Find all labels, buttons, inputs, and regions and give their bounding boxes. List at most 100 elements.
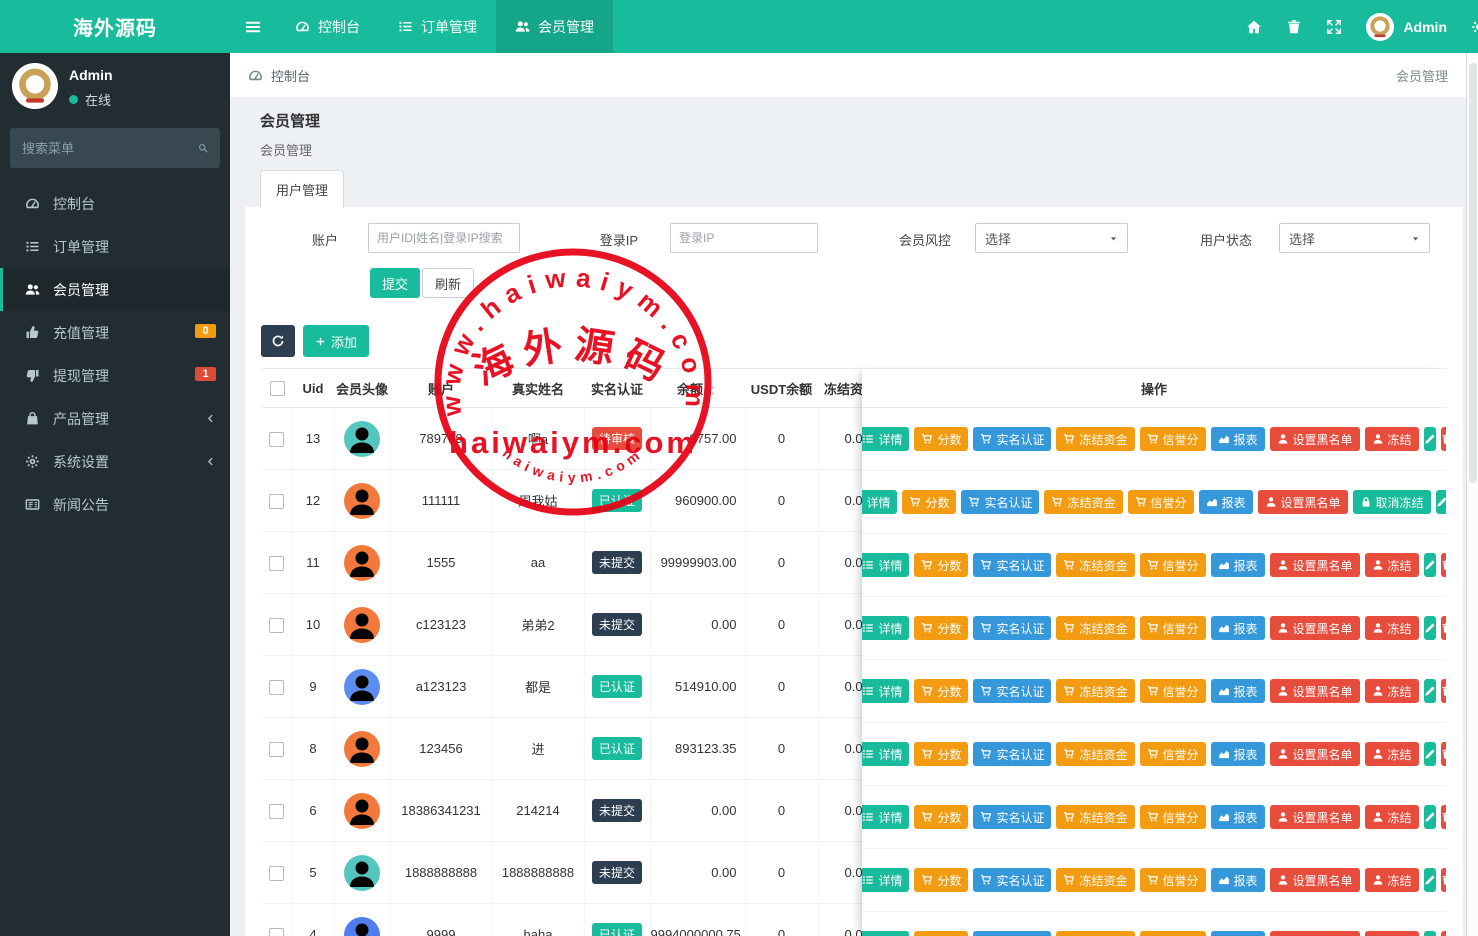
action-freeze-button[interactable]: 冻结	[1364, 616, 1419, 640]
sidebar-item-settings[interactable]: 系统设置	[0, 440, 230, 483]
user-status-select[interactable]: 选择	[1279, 223, 1430, 253]
action-edit-button[interactable]	[1423, 868, 1436, 892]
action-report-button[interactable]: 报表	[1210, 742, 1265, 766]
action-realname-button[interactable]: 实名认证	[973, 679, 1052, 703]
action-edit-button[interactable]	[1423, 553, 1436, 577]
action-blacklist-button[interactable]: 设置黑名单	[1269, 868, 1360, 892]
action-freeze_funds-button[interactable]: 冻结资金	[1056, 805, 1135, 829]
action-freeze_funds-button[interactable]: 冻结资金	[1056, 427, 1135, 451]
risk-select[interactable]: 选择	[975, 223, 1128, 253]
action-detail-button[interactable]: 详情	[862, 490, 898, 514]
action-report-button[interactable]: 报表	[1210, 868, 1265, 892]
action-freeze-button[interactable]: 冻结	[1364, 931, 1419, 936]
row-checkbox[interactable]	[269, 617, 285, 633]
action-report-button[interactable]: 报表	[1210, 616, 1265, 640]
action-edit-button[interactable]	[1423, 742, 1436, 766]
action-credit-button[interactable]: 信誉分	[1139, 679, 1206, 703]
action-score-button[interactable]: 分数	[914, 553, 969, 577]
action-report-button[interactable]: 报表	[1210, 553, 1265, 577]
action-blacklist-button[interactable]: 设置黑名单	[1269, 679, 1360, 703]
action-score-button[interactable]: 分数	[914, 679, 969, 703]
action-realname-button[interactable]: 实名认证	[973, 868, 1052, 892]
action-edit-button[interactable]	[1423, 679, 1436, 703]
action-blacklist-button[interactable]: 设置黑名单	[1269, 805, 1360, 829]
action-credit-button[interactable]: 信誉分	[1139, 553, 1206, 577]
action-credit-button[interactable]: 信誉分	[1139, 616, 1206, 640]
action-blacklist-button[interactable]: 设置黑名单	[1269, 553, 1360, 577]
tab-user-management[interactable]: 用户管理	[260, 170, 344, 208]
sidebar-item-dashboard[interactable]: 控制台	[0, 182, 230, 225]
action-detail-button[interactable]: 详情	[862, 553, 910, 577]
row-checkbox[interactable]	[269, 803, 285, 819]
login-ip-input[interactable]	[670, 223, 818, 253]
row-checkbox[interactable]	[269, 927, 285, 936]
action-detail-button[interactable]: 详情	[862, 805, 910, 829]
action-edit-button[interactable]	[1423, 931, 1436, 936]
account-search-input[interactable]	[368, 223, 520, 253]
action-realname-button[interactable]: 实名认证	[973, 553, 1052, 577]
action-edit-button[interactable]	[1423, 805, 1436, 829]
action-credit-button[interactable]: 信誉分	[1127, 490, 1194, 514]
select-all-checkbox[interactable]	[269, 381, 285, 397]
row-checkbox[interactable]	[269, 679, 285, 695]
action-blacklist-button[interactable]: 设置黑名单	[1269, 742, 1360, 766]
action-delete-button[interactable]	[1440, 679, 1446, 703]
sidebar-item-members[interactable]: 会员管理	[0, 268, 230, 311]
action-score-button[interactable]: 分数	[902, 490, 957, 514]
nav-item-members[interactable]: 会员管理	[496, 0, 613, 53]
action-realname-button[interactable]: 实名认证	[973, 805, 1052, 829]
action-detail-button[interactable]: 详情	[862, 679, 910, 703]
nav-item-orders[interactable]: 订单管理	[379, 0, 496, 53]
search-icon[interactable]	[198, 141, 208, 155]
action-detail-button[interactable]: 详情	[862, 742, 910, 766]
action-detail-button[interactable]: 详情	[862, 616, 910, 640]
action-report-button[interactable]: 报表	[1210, 427, 1265, 451]
action-delete-button[interactable]	[1440, 553, 1446, 577]
action-blacklist-button[interactable]: 设置黑名单	[1257, 490, 1348, 514]
sidebar-item-products[interactable]: 产品管理	[0, 397, 230, 440]
breadcrumb-dashboard[interactable]: 控制台	[248, 66, 310, 85]
action-freeze_funds-button[interactable]: 冻结资金	[1044, 490, 1123, 514]
action-credit-button[interactable]: 信誉分	[1139, 931, 1206, 936]
home-icon[interactable]	[1246, 19, 1262, 35]
action-delete-button[interactable]	[1440, 616, 1446, 640]
sidebar-item-news[interactable]: 新闻公告	[0, 483, 230, 526]
row-checkbox[interactable]	[269, 431, 285, 447]
action-detail-button[interactable]: 详情	[862, 868, 910, 892]
action-edit-button[interactable]	[1435, 490, 1446, 514]
action-score-button[interactable]: 分数	[914, 742, 969, 766]
submit-button[interactable]: 提交	[370, 268, 421, 298]
action-freeze_funds-button[interactable]: 冻结资金	[1056, 742, 1135, 766]
trash-icon[interactable]	[1286, 19, 1302, 35]
action-score-button[interactable]: 分数	[914, 931, 969, 936]
row-checkbox[interactable]	[269, 865, 285, 881]
action-report-button[interactable]: 报表	[1210, 805, 1265, 829]
sidebar-item-recharge[interactable]: 充值管理 0	[0, 311, 230, 354]
action-freeze-button[interactable]: 冻结	[1364, 427, 1419, 451]
scrollbar-thumb[interactable]	[1469, 63, 1477, 483]
row-checkbox[interactable]	[269, 555, 285, 571]
row-checkbox[interactable]	[269, 493, 285, 509]
action-credit-button[interactable]: 信誉分	[1139, 805, 1206, 829]
action-unfreeze-button[interactable]: 取消冻结	[1352, 490, 1431, 514]
action-score-button[interactable]: 分数	[914, 868, 969, 892]
action-freeze_funds-button[interactable]: 冻结资金	[1056, 679, 1135, 703]
action-report-button[interactable]: 报表	[1210, 931, 1265, 936]
action-delete-button[interactable]	[1440, 868, 1446, 892]
sidebar-item-orders[interactable]: 订单管理	[0, 225, 230, 268]
refresh-button[interactable]: 刷新	[422, 268, 475, 298]
action-freeze-button[interactable]: 冻结	[1364, 868, 1419, 892]
action-realname-button[interactable]: 实名认证	[973, 742, 1052, 766]
action-credit-button[interactable]: 信誉分	[1139, 868, 1206, 892]
action-score-button[interactable]: 分数	[914, 427, 969, 451]
sort-icon[interactable]	[707, 385, 718, 396]
action-detail-button[interactable]: 详情	[862, 931, 910, 936]
action-freeze-button[interactable]: 冻结	[1364, 679, 1419, 703]
action-freeze-button[interactable]: 冻结	[1364, 553, 1419, 577]
search-input[interactable]	[22, 140, 198, 156]
action-freeze_funds-button[interactable]: 冻结资金	[1056, 553, 1135, 577]
settings-gear-icon[interactable]	[1471, 19, 1478, 35]
fullscreen-icon[interactable]	[1326, 19, 1342, 35]
action-edit-button[interactable]	[1423, 427, 1436, 451]
action-freeze-button[interactable]: 冻结	[1364, 805, 1419, 829]
